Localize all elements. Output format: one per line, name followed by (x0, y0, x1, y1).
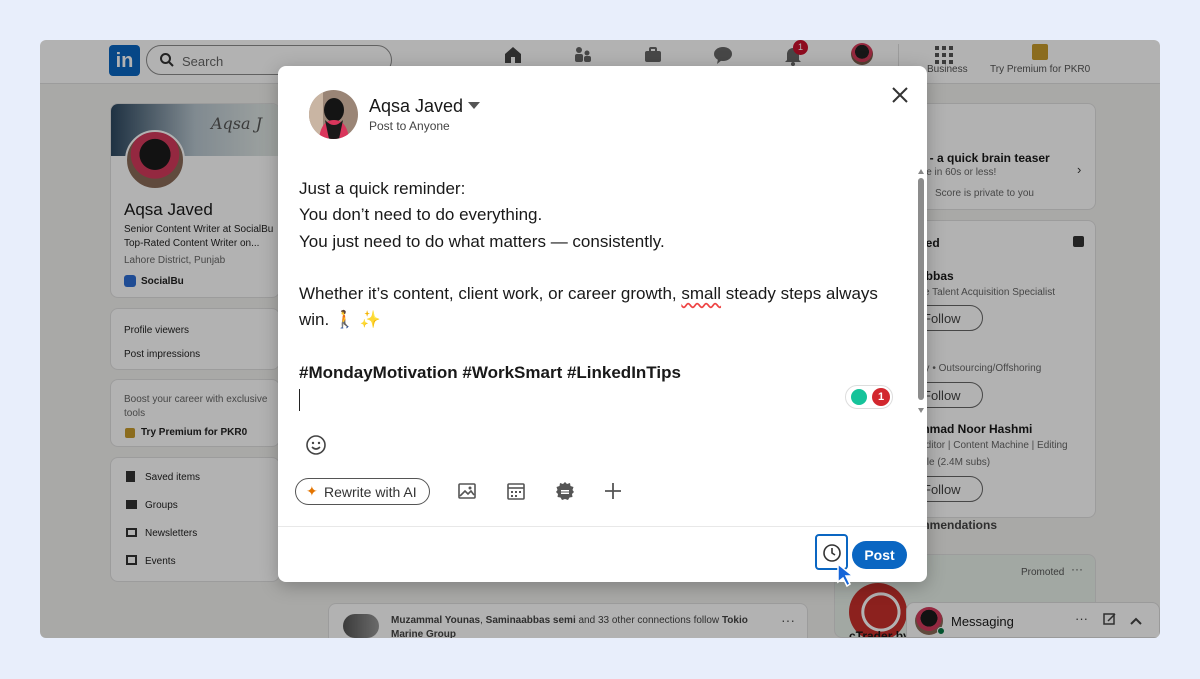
caret-down-icon[interactable] (468, 102, 480, 109)
post-line-1: Just a quick reminder: (299, 179, 466, 198)
post-button[interactable]: Post (852, 541, 907, 569)
post-hashtags: #MondayMotivation #WorkSmart #LinkedInTi… (299, 363, 681, 383)
audience-selector[interactable]: Post to Anyone (369, 119, 450, 133)
post-text-editor[interactable]: Just a quick reminder: You don’t need to… (299, 176, 894, 413)
sparkle-icon: ✦ (306, 483, 318, 499)
post-para-2-a: Whether it’s content, client work, or ca… (299, 284, 677, 304)
grammarly-icon (851, 389, 867, 405)
text-cursor (299, 388, 300, 411)
mouse-pointer-icon (836, 562, 858, 588)
image-icon[interactable] (456, 480, 478, 502)
post-cursor-line (299, 386, 894, 412)
grammarly-widget[interactable]: 1 (845, 385, 893, 409)
rewrite-with-ai-button[interactable]: ✦ Rewrite with AI (295, 478, 430, 505)
post-line-3: You just need to do what matters — consi… (299, 231, 665, 251)
emoji-icon[interactable] (305, 434, 327, 456)
post-blank-line (299, 255, 894, 281)
close-icon[interactable] (887, 82, 913, 108)
scrollbar-thumb[interactable] (918, 178, 924, 400)
post-paragraph-2: Whether it’s content, client work, or ca… (299, 281, 894, 334)
spellcheck-word[interactable]: small (681, 284, 721, 303)
author-avatar[interactable] (309, 90, 358, 139)
post-composer-modal: Aqsa Javed Post to Anyone Just a quick r… (278, 66, 927, 582)
modal-footer-divider (278, 526, 927, 527)
badge-icon[interactable] (554, 480, 576, 502)
author-name[interactable]: Aqsa Javed (369, 96, 463, 117)
post-blank-line-2 (299, 334, 894, 360)
plus-icon[interactable] (602, 480, 624, 502)
grammarly-count: 1 (872, 388, 890, 406)
calendar-icon[interactable] (505, 480, 527, 502)
post-line-2: You don’t need to do everything. (299, 205, 543, 225)
rewrite-with-ai-label: Rewrite with AI (324, 484, 417, 500)
